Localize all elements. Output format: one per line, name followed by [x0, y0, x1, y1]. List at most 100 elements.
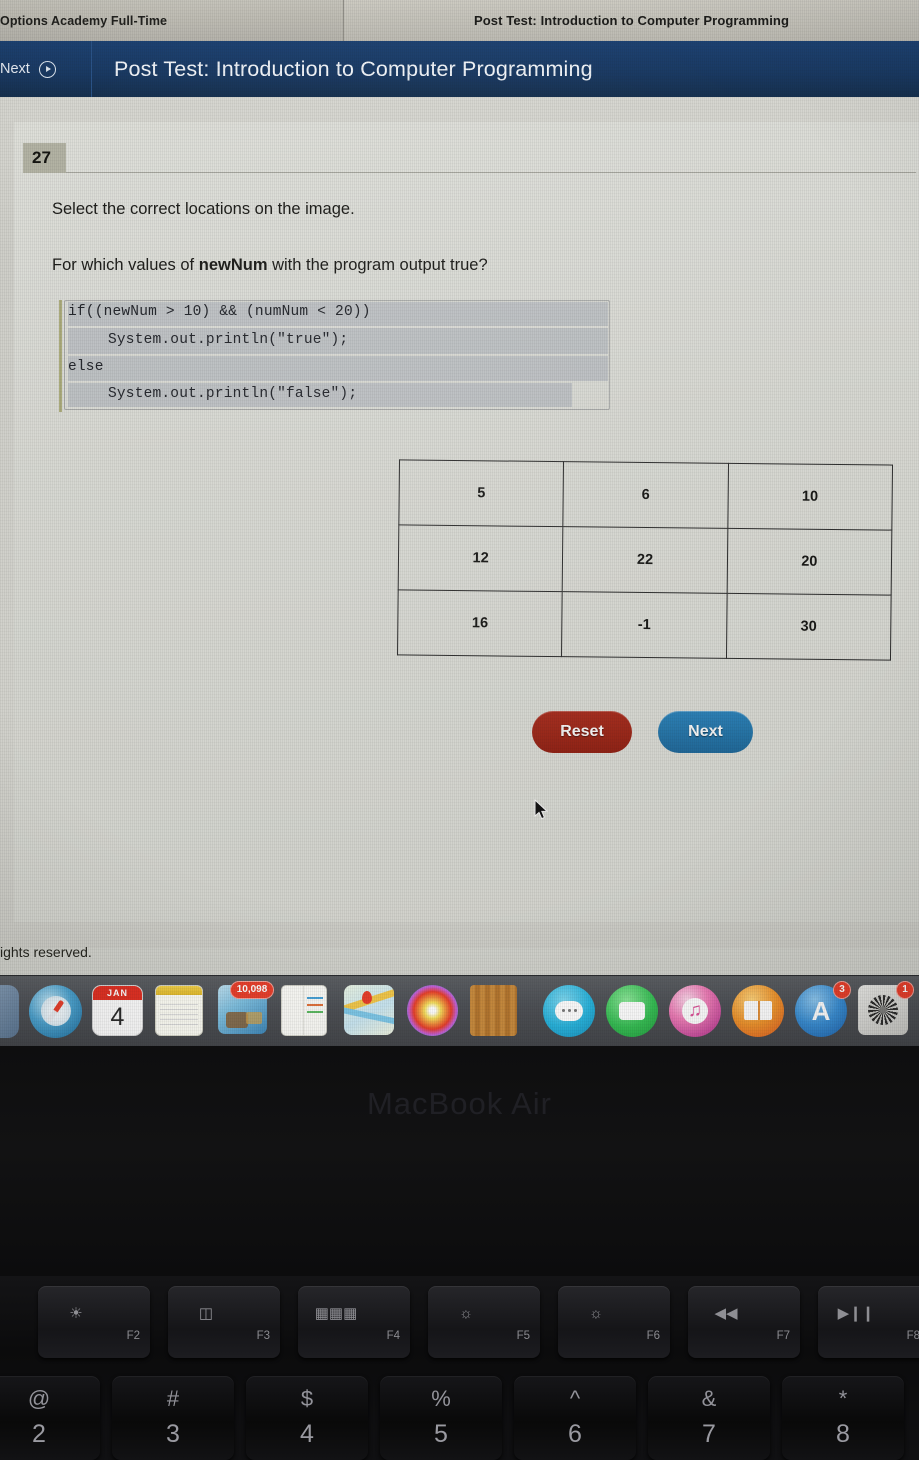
photos-library-badge: 10,098 — [230, 980, 274, 999]
key-f2[interactable]: ☀ F2 — [38, 1286, 150, 1358]
table-row: 12 22 20 — [398, 524, 892, 596]
messages-icon[interactable] — [543, 984, 596, 1038]
table-row: 16 -1 30 — [397, 589, 892, 661]
key-3[interactable]: # 3 — [112, 1376, 234, 1460]
facetime-icon[interactable] — [606, 984, 659, 1038]
browser-tab-active[interactable]: Post Test: Introduction to Computer Prog… — [344, 0, 919, 41]
answer-cell-1-0[interactable]: 12 — [398, 524, 564, 592]
macos-dock: JAN 4 10,098 ♫ A 3 1 — [0, 975, 919, 1046]
finder-icon[interactable] — [0, 984, 19, 1038]
key-2[interactable]: @ 2 — [0, 1376, 100, 1460]
photos-icon[interactable] — [407, 984, 460, 1038]
key-6-symbol: ^ — [569, 1386, 581, 1411]
code-block: if((newNum > 10) && (numNum < 20)) Syste… — [59, 298, 614, 414]
rewind-icon: ◀◀ — [714, 1305, 738, 1322]
key-3-digit: 3 — [166, 1420, 180, 1448]
answer-cell-1-2[interactable]: 20 — [726, 528, 892, 596]
key-4[interactable]: $ 4 — [246, 1376, 368, 1460]
key-5[interactable]: % 5 — [380, 1376, 502, 1460]
key-6[interactable]: ^ 6 — [514, 1376, 636, 1460]
key-8-symbol: * — [838, 1386, 848, 1411]
key-f6-label: F6 — [646, 1330, 660, 1342]
code-line-2: System.out.println("true"); — [108, 332, 349, 348]
contacts-icon[interactable] — [281, 984, 334, 1038]
key-f7[interactable]: ◀◀ F7 — [688, 1286, 800, 1358]
prompt-prefix: For which values of — [52, 256, 199, 274]
keyboard: ☀ F2 ◫ F3 ▦▦▦ F4 ☼ F5 ☼ F6 ◀◀ F7 ▶❙❙ F8 … — [0, 1276, 919, 1460]
key-6-digit: 6 — [568, 1420, 582, 1448]
number-key-row: @ 2 # 3 $ 4 % 5 ^ 6 & 7 * 8 — [0, 1376, 919, 1460]
launchpad-icon: ▦▦▦ — [314, 1305, 358, 1322]
notes-icon[interactable] — [155, 984, 208, 1038]
answer-cell-0-0[interactable]: 5 — [398, 459, 564, 527]
books-icon[interactable] — [732, 984, 785, 1038]
keyboard-backlight-up-icon: ☼ — [589, 1305, 603, 1322]
code-line-1: if((newNum > 10) && (numNum < 20)) — [68, 304, 371, 320]
arrow-circle-right-icon — [38, 60, 56, 78]
macbook-brand-label: MacBook Air — [366, 1086, 552, 1121]
ibooks-shelf-icon[interactable] — [470, 984, 523, 1038]
key-f3[interactable]: ◫ F3 — [168, 1286, 280, 1358]
screenshot-root: Options Academy Full-Time Post Test: Int… — [0, 0, 919, 1460]
prompt-suffix: with the program output true? — [267, 256, 488, 274]
question-instruction: Select the correct locations on the imag… — [52, 200, 355, 218]
key-7-symbol: & — [701, 1386, 717, 1411]
page-title: Post Test: Introduction to Computer Prog… — [114, 56, 593, 81]
system-preferences-icon[interactable]: 1 — [858, 980, 914, 1038]
safari-icon[interactable] — [29, 984, 82, 1038]
key-f8-label: F8 — [906, 1330, 919, 1342]
key-8-digit: 8 — [836, 1420, 850, 1448]
code-highlight — [68, 356, 608, 381]
next-button[interactable]: Next — [658, 711, 753, 753]
maps-icon[interactable] — [344, 984, 397, 1038]
answer-cell-0-2[interactable]: 10 — [727, 463, 893, 531]
app-store-badge: 3 — [833, 980, 851, 999]
key-2-digit: 2 — [32, 1420, 46, 1448]
key-5-digit: 5 — [434, 1420, 448, 1448]
question-number-badge: 27 — [23, 143, 66, 173]
mission-control-icon: ◫ — [198, 1305, 214, 1322]
key-4-symbol: $ — [300, 1386, 314, 1411]
answer-cell-2-2[interactable]: 30 — [726, 593, 892, 661]
answer-cell-1-1[interactable]: 22 — [562, 526, 728, 594]
system-preferences-badge: 1 — [896, 980, 914, 999]
reset-button[interactable]: Reset — [532, 711, 632, 753]
key-f7-label: F7 — [776, 1330, 790, 1342]
keyboard-backlight-down-icon: ☼ — [459, 1305, 473, 1322]
answer-cell-2-0[interactable]: 16 — [397, 589, 563, 657]
calendar-month-label: JAN — [93, 985, 142, 1000]
answer-cell-0-1[interactable]: 6 — [563, 461, 729, 529]
app-header-bar: Next Post Test: Introduction to Computer… — [0, 41, 919, 97]
key-2-symbol: @ — [27, 1386, 51, 1411]
footer-text: ights reserved. — [0, 944, 92, 960]
key-4-digit: 4 — [300, 1420, 314, 1448]
key-f5[interactable]: ☼ F5 — [428, 1286, 540, 1358]
key-7[interactable]: & 7 — [648, 1376, 770, 1460]
key-f4[interactable]: ▦▦▦ F4 — [298, 1286, 410, 1358]
answer-cell-2-1[interactable]: -1 — [561, 591, 727, 659]
laptop-screen: Options Academy Full-Time Post Test: Int… — [0, 0, 919, 1046]
key-f8[interactable]: ▶❙❙ F8 — [818, 1286, 919, 1358]
itunes-icon[interactable]: ♫ — [669, 984, 722, 1038]
key-f4-label: F4 — [386, 1330, 400, 1342]
question-divider — [66, 172, 916, 173]
code-line-4: System.out.println("false"); — [108, 386, 358, 402]
code-line-3: else — [68, 359, 104, 375]
key-f3-label: F3 — [256, 1330, 270, 1342]
mouse-cursor — [534, 799, 549, 820]
browser-tab-inactive[interactable]: Options Academy Full-Time — [0, 0, 344, 41]
browser-tab-strip: Options Academy Full-Time Post Test: Int… — [0, 0, 919, 41]
brightness-up-icon: ☀ — [69, 1305, 83, 1322]
key-f6[interactable]: ☼ F6 — [558, 1286, 670, 1358]
question-prompt: For which values of newNum with the prog… — [52, 256, 488, 275]
app-store-icon[interactable]: A 3 — [795, 980, 851, 1038]
key-7-digit: 7 — [702, 1420, 716, 1448]
answer-choice-table[interactable]: 5 6 10 12 22 20 16 -1 30 — [397, 459, 893, 661]
next-nav-control[interactable]: Next — [0, 41, 92, 97]
key-f2-label: F2 — [126, 1330, 140, 1342]
calendar-icon[interactable]: JAN 4 — [92, 984, 145, 1038]
prompt-variable: newNum — [198, 256, 268, 274]
photos-library-icon[interactable]: 10,098 — [218, 980, 274, 1038]
key-f5-label: F5 — [516, 1330, 530, 1342]
key-8[interactable]: * 8 — [782, 1376, 904, 1460]
